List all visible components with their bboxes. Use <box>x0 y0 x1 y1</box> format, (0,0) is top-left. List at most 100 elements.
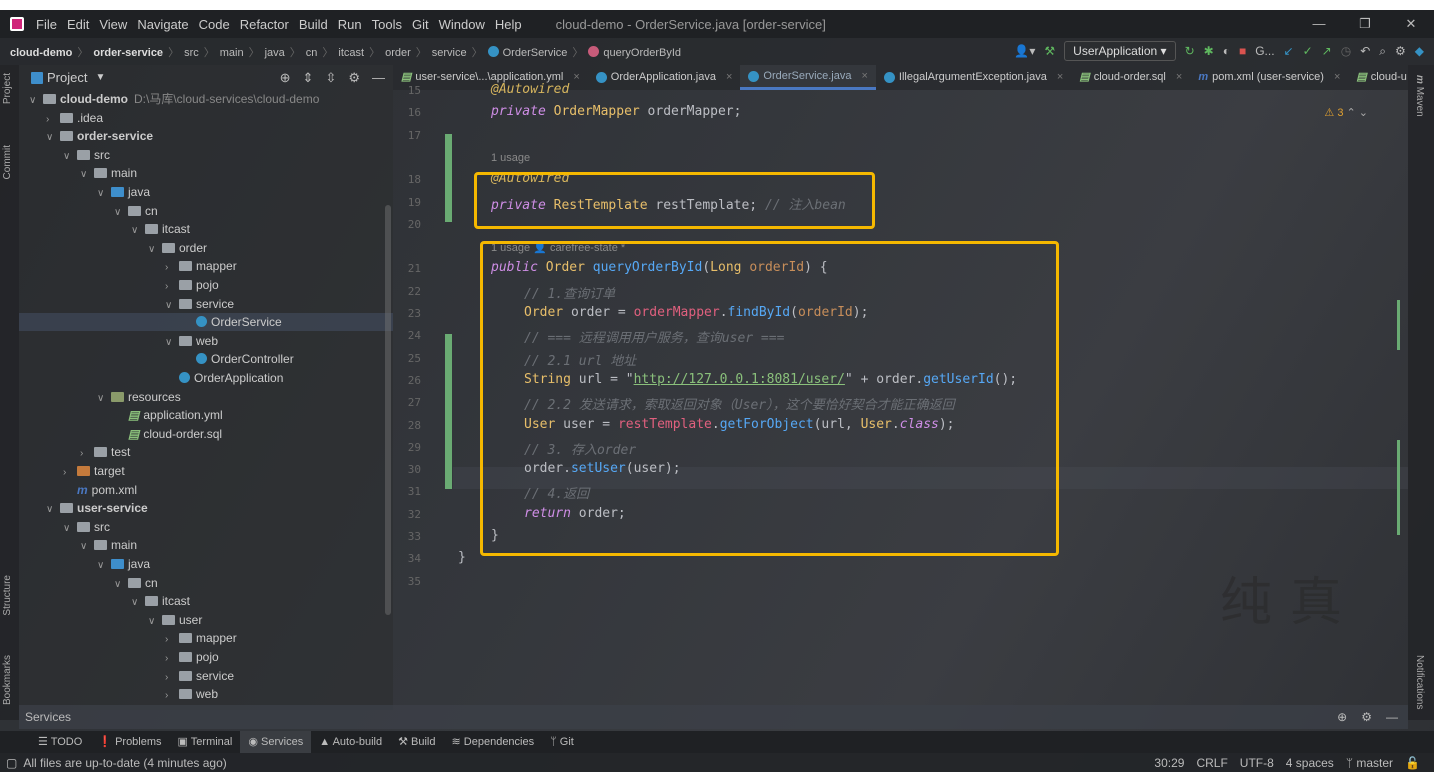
tree-item-application-yml[interactable]: ▤ application.yml <box>19 406 393 424</box>
breadcrumb-item[interactable]: queryOrderById <box>603 47 681 59</box>
stop-icon[interactable]: ■ <box>1239 44 1246 58</box>
tree-item-pojo[interactable]: › pojo <box>19 276 393 294</box>
tool-tab-problems[interactable]: ❗ Problems <box>90 731 169 753</box>
chevron-down-icon[interactable]: ∨ <box>97 185 111 203</box>
chevron-down-icon[interactable]: ∨ <box>46 129 60 147</box>
breadcrumb-item[interactable]: src <box>184 47 199 59</box>
chevron-right-icon[interactable]: › <box>80 445 94 463</box>
tree-item-main[interactable]: ∨ main <box>19 536 393 554</box>
tree-item-user-service[interactable]: ∨ user-service <box>19 499 393 517</box>
rerun-icon[interactable]: ↻ <box>1185 44 1195 58</box>
close-tab-icon[interactable]: × <box>861 65 867 89</box>
tree-item-web[interactable]: ∨ web <box>19 332 393 350</box>
structure-tool-button[interactable]: Structure <box>2 575 13 616</box>
tree-item-cloud-order-sql[interactable]: ▤ cloud-order.sql <box>19 425 393 443</box>
tree-item-order-service[interactable]: ∨ order-service <box>19 127 393 145</box>
chevron-down-icon[interactable]: ∨ <box>80 538 94 556</box>
chevron-down-icon[interactable]: ∨ <box>97 557 111 575</box>
file-encoding[interactable]: UTF-8 <box>1240 756 1274 770</box>
tree-item-cn[interactable]: ∨ cn <box>19 574 393 592</box>
tree-item-orderapplication[interactable]: OrderApplication <box>19 369 393 387</box>
warnings-indicator[interactable]: ⚠ 3 ⌃ ⌄ <box>1324 106 1368 119</box>
close-tab-icon[interactable]: × <box>726 65 732 90</box>
tree-item-cloud-demo[interactable]: ∨ cloud-demo D:\马库\cloud-services\cloud-de… <box>19 90 393 108</box>
tree-item-java[interactable]: ∨ java <box>19 555 393 573</box>
close-tab-icon[interactable]: × <box>1334 65 1340 90</box>
chevron-right-icon[interactable]: › <box>165 278 179 296</box>
menu-window[interactable]: Window <box>439 17 485 32</box>
commit-tool-button[interactable]: Commit <box>2 145 13 179</box>
chevron-down-icon[interactable]: ∨ <box>46 501 60 519</box>
notifications-tool-button[interactable]: Notifications <box>1414 655 1425 709</box>
expand-all-icon[interactable]: ⇕ <box>303 70 314 86</box>
tree-item-itcast[interactable]: ∨ itcast <box>19 592 393 610</box>
gear-icon[interactable]: ⚙ <box>1395 44 1406 58</box>
tree-item-orderservice[interactable]: OrderService <box>19 313 393 332</box>
history-icon[interactable]: ◷ <box>1341 44 1351 58</box>
tool-tab-build[interactable]: ⚒ Build <box>390 731 443 753</box>
code-line[interactable]: private OrderMapper orderMapper; <box>491 104 741 119</box>
breadcrumb-item[interactable]: itcast <box>338 47 364 59</box>
tool-tab-auto-build[interactable]: ▲ Auto-build <box>311 731 390 753</box>
menu-run[interactable]: Run <box>338 17 362 32</box>
close-tab-icon[interactable]: × <box>1176 65 1182 90</box>
status-message[interactable]: All files are up-to-date (4 minutes ago) <box>23 756 226 770</box>
toolbox-icon[interactable]: ◆ <box>1415 44 1424 58</box>
chevron-down-icon[interactable]: ∨ <box>114 204 128 222</box>
breadcrumb-item[interactable]: order <box>385 47 411 59</box>
git-push-icon[interactable]: ↗ <box>1322 44 1332 58</box>
chevron-down-icon[interactable]: ∨ <box>165 334 179 352</box>
tool-tab-todo[interactable]: ☰ TODO <box>30 731 90 753</box>
locate-icon[interactable]: ⊕ <box>1337 710 1347 724</box>
menu-code[interactable]: Code <box>199 17 230 32</box>
tree-item-pom-xml[interactable]: m pom.xml <box>19 481 393 499</box>
maximize-button[interactable]: ❐ <box>1342 10 1388 38</box>
line-ending[interactable]: CRLF <box>1196 756 1227 770</box>
menu-build[interactable]: Build <box>299 17 328 32</box>
build-hammer-icon[interactable]: ⚒ <box>1044 44 1055 58</box>
breadcrumb-item[interactable]: cn <box>306 47 318 59</box>
tree-item-mapper[interactable]: › mapper <box>19 629 393 647</box>
breadcrumb-item[interactable]: cloud-demo <box>10 47 72 59</box>
run-configuration-select[interactable]: UserApplication ▾ <box>1064 41 1176 61</box>
chevron-down-icon[interactable]: ▼ <box>95 72 105 83</box>
tool-tab-services[interactable]: ◉ Services <box>240 731 312 753</box>
tool-tab-terminal[interactable]: ▣ Terminal <box>170 731 241 753</box>
tree-item-test[interactable]: › test <box>19 443 393 461</box>
tree-item-service[interactable]: › service <box>19 667 393 685</box>
coverage-icon[interactable]: ◐ <box>1223 44 1230 58</box>
code-editor[interactable]: 15 @Autowired 16 private OrderMapper orderM… <box>393 82 1408 710</box>
project-panel-title[interactable]: Project <box>47 70 87 85</box>
tree-item-src[interactable]: ∨ src <box>19 518 393 536</box>
chevron-right-icon[interactable]: › <box>63 464 77 482</box>
chevron-right-icon[interactable]: › <box>165 631 179 649</box>
chevron-down-icon[interactable]: ∨ <box>63 520 77 538</box>
chevron-down-icon[interactable]: ∨ <box>29 92 43 110</box>
tree-item-target[interactable]: › target <box>19 462 393 480</box>
menu-navigate[interactable]: Navigate <box>137 17 188 32</box>
tree-item-cn[interactable]: ∨ cn <box>19 202 393 220</box>
menu-refactor[interactable]: Refactor <box>240 17 289 32</box>
tree-item-mapper[interactable]: › mapper <box>19 257 393 275</box>
tree-item--idea[interactable]: › .idea <box>19 109 393 127</box>
chevron-right-icon[interactable]: › <box>46 111 60 129</box>
tab-pom-xml-user-service-[interactable]: m pom.xml (user-service) × <box>1190 65 1348 90</box>
menu-edit[interactable]: Edit <box>67 17 89 32</box>
chevron-down-icon[interactable]: ∨ <box>97 390 111 408</box>
tool-tab-git[interactable]: ᛘ Git <box>542 731 582 753</box>
tab-illegalargumentexception-java[interactable]: IllegalArgumentException.java × <box>876 65 1071 90</box>
chevron-down-icon[interactable]: ∨ <box>131 222 145 240</box>
breadcrumb-item[interactable]: OrderService <box>503 47 568 59</box>
menu-git[interactable]: Git <box>412 17 429 32</box>
tool-tab-dependencies[interactable]: ≋ Dependencies <box>444 731 543 753</box>
git-branch[interactable]: ᛘ master <box>1346 756 1393 770</box>
search-icon[interactable]: ⌕ <box>1379 44 1386 59</box>
tree-item-src[interactable]: ∨ src <box>19 146 393 164</box>
minimize-button[interactable]: — <box>1296 10 1342 38</box>
tree-item-main[interactable]: ∨ main <box>19 164 393 182</box>
inline-usage-hint[interactable]: 1 usage <box>491 152 530 164</box>
hide-icon[interactable]: — <box>372 70 385 86</box>
user-icon[interactable]: 👤▾ <box>1014 44 1035 58</box>
debug-icon[interactable]: ✱ <box>1204 44 1214 58</box>
collapse-all-icon[interactable]: ⇳ <box>325 70 336 86</box>
